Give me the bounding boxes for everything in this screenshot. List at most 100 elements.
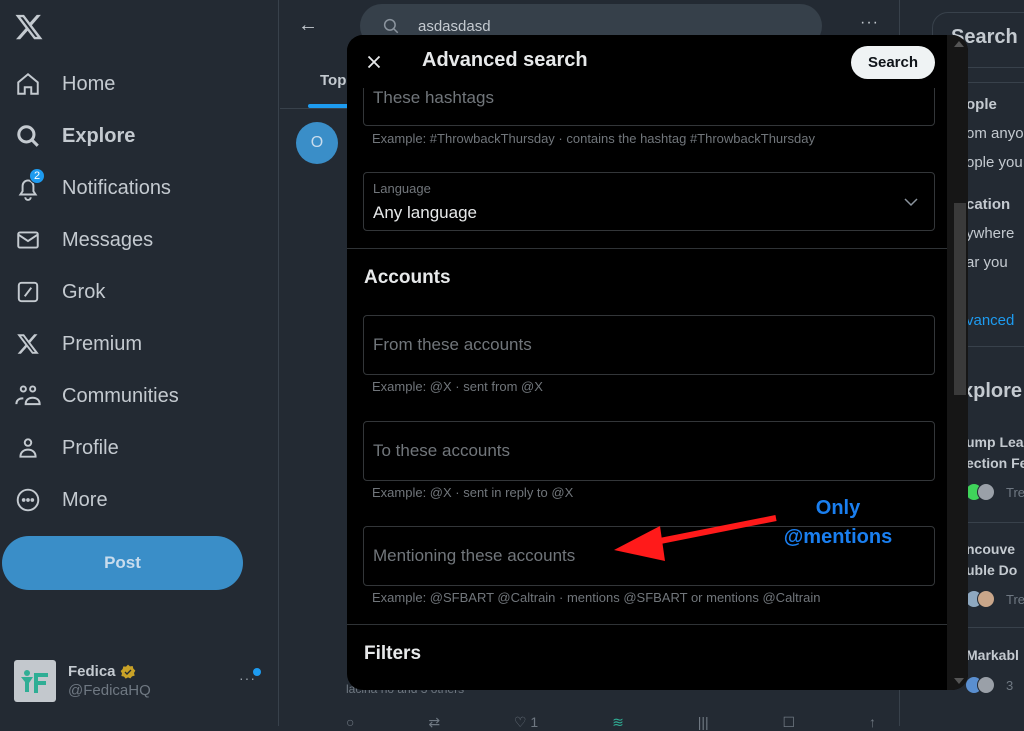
share-icon[interactable]: ↑ (869, 714, 876, 731)
trend-1-line1[interactable]: ump Lea (966, 434, 1024, 450)
nav-home[interactable]: Home (14, 64, 115, 104)
trend-2-avatars (965, 590, 995, 608)
notifications-badge: 2 (29, 168, 45, 184)
envelope-icon (14, 226, 42, 254)
post-button[interactable]: Post (2, 536, 243, 590)
account-switcher[interactable]: Fedica @FedicaHQ ··· (14, 660, 264, 702)
section-divider (347, 248, 947, 249)
home-icon (14, 70, 42, 98)
tab-top[interactable]: Top (320, 72, 346, 89)
bell-icon: 2 (14, 168, 45, 202)
fedica-logo-icon (21, 670, 48, 693)
advanced-search-modal: These hashtags Example: #ThrowbackThursd… (347, 35, 968, 690)
reply-icon[interactable]: ○ (346, 714, 354, 731)
filter-people-heading: ople (966, 96, 997, 113)
more-options-icon[interactable]: ··· (860, 14, 879, 32)
modal-scroll-area[interactable]: These hashtags Example: #ThrowbackThursd… (347, 35, 947, 690)
to-accounts-input[interactable]: To these accounts (363, 421, 935, 481)
nav-communities-label: Communities (62, 384, 179, 407)
back-arrow-icon[interactable]: ← (298, 14, 318, 37)
trend-3-avatars (965, 676, 995, 694)
from-accounts-hint: Example: @X · sent from @X (372, 379, 543, 394)
nav-profile[interactable]: Profile (14, 428, 119, 468)
retweet-icon[interactable]: ⇄ (428, 714, 440, 731)
person-icon (14, 434, 42, 462)
people-icon (14, 382, 42, 410)
x-logo-icon[interactable] (14, 12, 44, 42)
bookmark-icon[interactable]: ☐ (783, 714, 796, 731)
hashtags-placeholder: These hashtags (373, 88, 494, 107)
language-select[interactable]: Language Any language (363, 172, 935, 231)
advanced-search-link[interactable]: vanced (966, 312, 1014, 329)
nav-premium[interactable]: Premium (14, 324, 142, 364)
nav-messages[interactable]: Messages (14, 220, 153, 260)
nav-home-label: Home (62, 72, 116, 95)
search-icon (14, 122, 42, 150)
trend-2-line2[interactable]: uble Do (966, 562, 1017, 578)
x-logo-icon (14, 330, 42, 358)
account-handle: @FedicaHQ (68, 682, 151, 699)
filter-near-you[interactable]: ar you (966, 254, 1008, 271)
annotation-line1: Only (815, 497, 861, 519)
filter-anywhere[interactable]: ywhere (966, 225, 1014, 242)
modal-title: Advanced search (422, 49, 588, 71)
language-value: Any language (373, 203, 477, 222)
more-circle-icon (14, 486, 42, 514)
trend-1-line2[interactable]: ection Fe (966, 455, 1024, 471)
annotation-label: Only @mentions (780, 494, 896, 552)
to-accounts-placeholder: To these accounts (373, 441, 511, 460)
grok-icon (14, 278, 42, 306)
chevron-down-icon (904, 198, 918, 207)
verified-badge-icon (120, 664, 135, 679)
nav-explore[interactable]: Explore (14, 116, 135, 156)
mentioning-accounts-placeholder: Mentioning these accounts (373, 546, 576, 565)
accounts-section-title: Accounts (364, 267, 451, 288)
filter-people-you-follow[interactable]: ople you (966, 154, 1023, 171)
nav-notifications-label: Notifications (62, 176, 171, 199)
like-icon[interactable]: ♡ 1 (514, 714, 538, 731)
search-button[interactable]: Search (851, 46, 935, 79)
avatar (14, 660, 56, 702)
scroll-up-arrow-icon[interactable] (954, 41, 964, 47)
account-name: Fedica (68, 663, 116, 680)
nav-more[interactable]: More (14, 480, 108, 520)
nav-profile-label: Profile (62, 436, 119, 459)
from-accounts-placeholder: From these accounts (373, 335, 532, 354)
trend-1-sub: Tre (1006, 485, 1024, 500)
hashtags-hint: Example: #ThrowbackThursday · contains t… (372, 131, 815, 146)
filters-section-title: Filters (364, 643, 422, 664)
nav-grok-label: Grok (62, 280, 106, 303)
nav-premium-label: Premium (62, 332, 143, 355)
filter-location-heading: cation (966, 196, 1011, 213)
modal-header: Advanced search Search (347, 35, 947, 88)
trend-2-sub: Tre (1006, 592, 1024, 607)
left-sidebar: Home Explore 2 Notifications Messages Gr… (0, 0, 279, 726)
to-accounts-hint: Example: @X · sent in reply to @X (372, 485, 574, 500)
trend-3-sub: 3 (1006, 678, 1014, 693)
trend-2-line1[interactable]: ncouve (966, 541, 1015, 557)
nav-more-label: More (62, 488, 108, 511)
explore-heading: xplore (962, 380, 1023, 402)
scroll-down-arrow-icon[interactable] (954, 678, 964, 684)
search-icon (383, 18, 399, 34)
fedica-action-icon[interactable]: ≋ (612, 714, 624, 731)
section-divider (347, 624, 947, 625)
nav-messages-label: Messages (62, 228, 154, 251)
language-label: Language (373, 181, 431, 196)
filter-from-anyone[interactable]: om anyo (966, 125, 1024, 142)
from-accounts-input[interactable]: From these accounts (363, 315, 935, 375)
close-icon[interactable] (363, 51, 385, 73)
tweet-avatar[interactable]: O (296, 122, 338, 164)
search-query: asdasdasd (418, 17, 491, 35)
views-icon[interactable]: ||| (698, 714, 709, 731)
scrollbar-thumb[interactable] (954, 203, 966, 395)
nav-grok[interactable]: Grok (14, 272, 105, 312)
unread-dot (253, 668, 261, 676)
nav-notifications[interactable]: 2 Notifications (14, 168, 171, 208)
nav-explore-label: Explore (62, 124, 136, 147)
tweet-actions: ○ ⇄ ♡ 1 ≋ ||| ☐ ↑ (346, 714, 876, 731)
nav-communities[interactable]: Communities (14, 376, 179, 416)
trend-3-line1[interactable]: Markabl (966, 647, 1019, 663)
trend-1-avatars (965, 483, 995, 501)
annotation-line2: @mentions (783, 526, 893, 548)
